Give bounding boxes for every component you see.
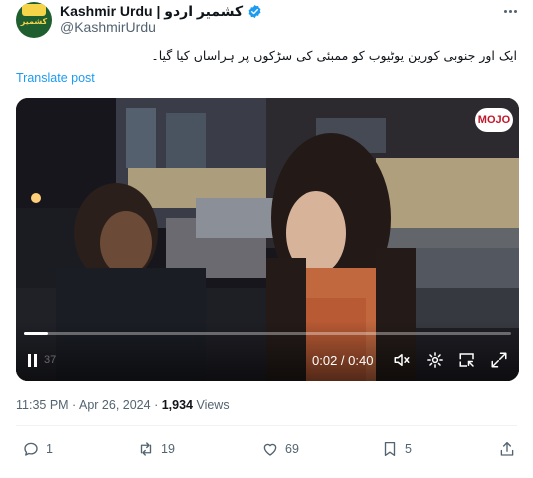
bookmark-button[interactable]: 5 bbox=[381, 438, 412, 460]
video-time: 0:02 / 0:40 bbox=[312, 350, 373, 370]
like-count: 69 bbox=[285, 442, 299, 456]
post-time[interactable]: 11:35 PM bbox=[16, 398, 69, 412]
views-label: Views bbox=[196, 398, 230, 412]
bookmark-icon bbox=[384, 441, 396, 457]
views-count: 1,934 bbox=[161, 398, 193, 412]
volume-muted-icon[interactable] bbox=[392, 350, 414, 370]
avatar[interactable]: کشمیر bbox=[16, 2, 52, 38]
tweet: کشمیر Kashmir Urdu | کشمیر اردو @Kashmir… bbox=[0, 0, 533, 478]
mojo-logo: MOJO bbox=[475, 108, 513, 132]
post-text: ایک اور جنوبی کورین یوٹیوب کو ممبئی کی س… bbox=[151, 48, 517, 63]
pause-icon[interactable] bbox=[28, 350, 44, 370]
reply-icon bbox=[24, 442, 38, 456]
video-progress-fill bbox=[24, 332, 49, 335]
verified-badge-icon bbox=[248, 4, 261, 18]
repost-count: 19 bbox=[161, 442, 175, 456]
video-player[interactable]: MOJO 37 0:02 / 0:40 bbox=[16, 98, 519, 381]
post-meta: 11:35 PM · Apr 26, 2024 · 1,934 Views bbox=[16, 398, 230, 412]
video-progress-bar[interactable] bbox=[24, 332, 511, 335]
repost-icon bbox=[140, 442, 152, 456]
duration: 0:40 bbox=[348, 352, 374, 368]
time-separator: / bbox=[337, 352, 349, 368]
author-name-row: Kashmir Urdu | کشمیر اردو bbox=[60, 2, 262, 20]
bookmark-count: 5 bbox=[405, 442, 412, 456]
repost-button[interactable]: 19 bbox=[137, 438, 175, 460]
like-button[interactable]: 69 bbox=[261, 438, 299, 460]
reply-button[interactable]: 1 bbox=[22, 438, 53, 460]
avatar-text: کشمیر bbox=[20, 17, 48, 26]
fullscreen-icon[interactable] bbox=[490, 350, 510, 370]
reply-count: 1 bbox=[46, 442, 53, 456]
avatar-logo-mark bbox=[22, 4, 46, 16]
divider bbox=[16, 425, 517, 426]
post-date[interactable]: Apr 26, 2024 bbox=[79, 398, 151, 412]
heart-icon bbox=[263, 443, 277, 456]
gear-icon[interactable] bbox=[426, 350, 446, 370]
display-name[interactable]: Kashmir Urdu | کشمیر اردو bbox=[60, 3, 243, 20]
meta-dot: · bbox=[68, 398, 79, 412]
author-handle[interactable]: @KashmirUrdu bbox=[60, 19, 156, 35]
more-options-icon[interactable] bbox=[501, 4, 519, 18]
current-time: 0:02 bbox=[312, 352, 338, 368]
share-button[interactable] bbox=[498, 438, 516, 460]
share-icon bbox=[500, 441, 514, 456]
ghost-time-label: 37 bbox=[44, 354, 57, 366]
meta-dot-2: · bbox=[150, 398, 162, 412]
picture-in-picture-icon[interactable] bbox=[458, 350, 478, 370]
translate-post-link[interactable]: Translate post bbox=[16, 71, 95, 85]
